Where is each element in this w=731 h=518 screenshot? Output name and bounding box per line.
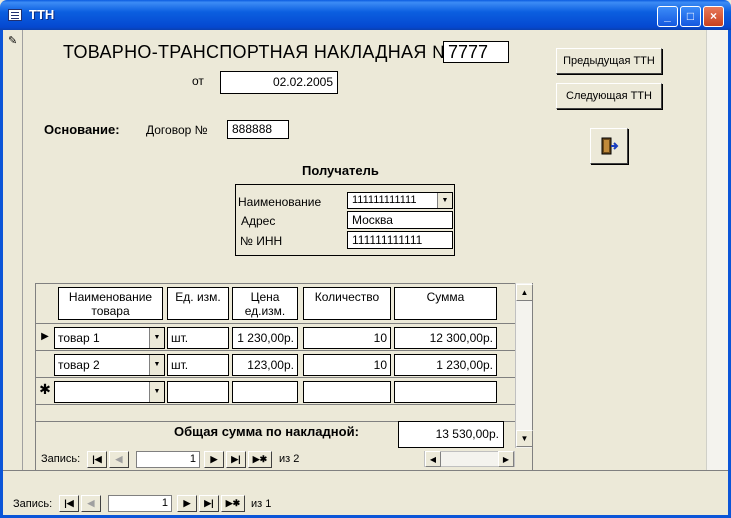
subform-record-count: из 2 bbox=[279, 453, 300, 465]
col-header-qty: Количество bbox=[303, 287, 391, 320]
first-record-button[interactable]: |◀ bbox=[59, 495, 79, 512]
row1-name-combo[interactable]: товар 1 ▼ bbox=[54, 327, 165, 349]
col-header-price: Цена ед.изм. bbox=[232, 287, 298, 320]
new-row-asterisk-icon: ✱ bbox=[39, 381, 51, 397]
recipient-name-value: 111111111111 bbox=[352, 194, 417, 206]
last-record-button[interactable]: ▶| bbox=[199, 495, 219, 512]
chevron-down-icon[interactable]: ▼ bbox=[149, 355, 164, 375]
contract-label: Договор № bbox=[146, 123, 208, 137]
form-record-count: из 1 bbox=[251, 498, 272, 510]
close-button[interactable]: × bbox=[703, 6, 724, 27]
col-header-sum: Сумма bbox=[394, 287, 497, 320]
prev-record-button[interactable]: ◀ bbox=[109, 451, 129, 468]
table-cell[interactable]: 12 300,00р. bbox=[394, 327, 497, 349]
exit-button[interactable] bbox=[590, 128, 628, 164]
subform-record-field[interactable]: 1 bbox=[136, 451, 200, 468]
contract-number-field[interactable]: 888888 bbox=[227, 120, 289, 139]
row-divider bbox=[36, 404, 515, 405]
table-cell[interactable] bbox=[232, 381, 298, 403]
table-cell[interactable]: 10 bbox=[303, 354, 391, 376]
current-row-arrow-icon: ▶ bbox=[41, 331, 49, 342]
next-record-button[interactable]: ▶ bbox=[177, 495, 197, 512]
new-record-button[interactable]: ▶✱ bbox=[221, 495, 245, 512]
prev-record-button[interactable]: ◀ bbox=[81, 495, 101, 512]
row-divider bbox=[36, 323, 515, 324]
table-cell[interactable]: шт. bbox=[167, 354, 229, 376]
form-nav-label: Запись: bbox=[13, 498, 53, 510]
prev-invoice-button[interactable]: Предыдущая ТТН bbox=[556, 48, 662, 74]
pencil-icon: ✎ bbox=[8, 35, 18, 47]
record-selector[interactable] bbox=[3, 30, 23, 470]
form-record-field[interactable]: 1 bbox=[108, 495, 172, 512]
chevron-down-icon[interactable]: ▼ bbox=[149, 382, 164, 402]
window-title: ТТН bbox=[29, 7, 55, 22]
recipient-name-combo[interactable]: 111111111111 ▼ bbox=[347, 192, 453, 209]
subform-vscrollbar[interactable]: ▲ ▼ bbox=[515, 283, 533, 448]
recipient-address-label: Адрес bbox=[241, 214, 276, 228]
row-divider bbox=[36, 377, 515, 378]
date-label: от bbox=[192, 74, 204, 88]
total-field[interactable]: 13 530,00р. bbox=[398, 421, 504, 448]
scroll-up-icon[interactable]: ▲ bbox=[516, 284, 533, 301]
recipient-title: Получатель bbox=[302, 163, 379, 178]
last-record-button[interactable]: ▶| bbox=[226, 451, 246, 468]
first-record-button[interactable]: |◀ bbox=[87, 451, 107, 468]
table-cell[interactable]: 1 230,00р. bbox=[394, 354, 497, 376]
table-cell: товар 2 bbox=[58, 358, 100, 372]
row2-name-combo[interactable]: товар 2 ▼ bbox=[54, 354, 165, 376]
exit-door-icon bbox=[601, 137, 619, 155]
recipient-inn-field[interactable]: 111111111111 bbox=[347, 231, 453, 249]
chevron-down-icon[interactable]: ▼ bbox=[149, 328, 164, 348]
next-invoice-button[interactable]: Следующая ТТН bbox=[556, 83, 662, 109]
new-record-button[interactable]: ▶✱ bbox=[248, 451, 272, 468]
page-title: ТОВАРНО-ТРАНСПОРТНАЯ НАКЛАДНАЯ № bbox=[63, 42, 452, 62]
recipient-address-field[interactable]: Москва bbox=[347, 211, 453, 229]
basis-label: Основание: bbox=[44, 122, 120, 137]
subform-nav-label: Запись: bbox=[41, 453, 81, 465]
table-cell[interactable] bbox=[303, 381, 391, 403]
invoice-number-field[interactable]: 7777 bbox=[443, 41, 509, 63]
title-bar: ТТН _ □ × bbox=[0, 0, 731, 30]
table-cell[interactable] bbox=[394, 381, 497, 403]
scroll-right-icon[interactable]: ▶ bbox=[498, 451, 514, 467]
table-cell[interactable]: шт. bbox=[167, 327, 229, 349]
scroll-down-icon[interactable]: ▼ bbox=[516, 430, 533, 447]
minimize-button[interactable]: _ bbox=[657, 6, 678, 27]
new-row-name-combo[interactable]: ▼ bbox=[54, 381, 165, 403]
date-field[interactable]: 02.02.2005 bbox=[220, 71, 338, 94]
table-cell[interactable]: 1 230,00р. bbox=[232, 327, 298, 349]
subform-hscrollbar[interactable]: ◀ ▶ bbox=[424, 451, 515, 467]
form-icon bbox=[8, 9, 22, 21]
table-cell[interactable]: 10 bbox=[303, 327, 391, 349]
chevron-down-icon[interactable]: ▼ bbox=[437, 193, 452, 208]
col-header-name: Наименование товара bbox=[58, 287, 163, 320]
col-header-unit: Ед. изм. bbox=[167, 287, 229, 320]
table-cell: товар 1 bbox=[58, 331, 100, 345]
recipient-name-label: Наименование bbox=[238, 195, 322, 209]
form-scrollbar[interactable] bbox=[706, 30, 728, 470]
row-divider bbox=[36, 350, 515, 351]
next-record-button[interactable]: ▶ bbox=[204, 451, 224, 468]
total-label: Общая сумма по накладной: bbox=[174, 424, 359, 439]
scroll-left-icon[interactable]: ◀ bbox=[425, 451, 441, 467]
table-cell[interactable]: 123,00р. bbox=[232, 354, 298, 376]
maximize-button[interactable]: □ bbox=[680, 6, 701, 27]
recipient-inn-label: № ИНН bbox=[240, 234, 283, 248]
table-cell[interactable] bbox=[167, 381, 229, 403]
